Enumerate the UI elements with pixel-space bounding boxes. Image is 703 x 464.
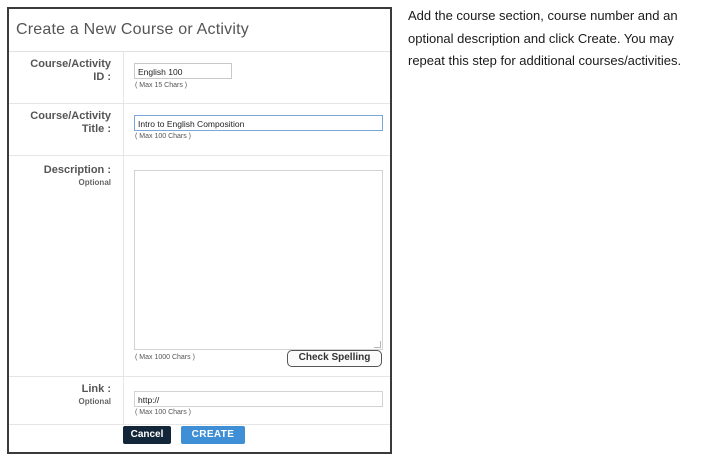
course-title-hint: ( Max 100 Chars ) (135, 133, 192, 140)
link-row: Link : Optional http:// ( Max 100 Chars … (9, 377, 390, 425)
link-label: Link : (81, 383, 111, 395)
resize-handle-icon[interactable] (374, 341, 381, 348)
link-hint: ( Max 100 Chars ) (135, 409, 192, 416)
description-optional-label: Optional (78, 178, 111, 187)
description-row: Description : Optional ( Max 1000 Chars … (9, 156, 390, 377)
course-id-hint: ( Max 15 Chars ) (135, 82, 188, 89)
description-label: Description : (43, 164, 111, 176)
course-id-label-line2: ID : (93, 71, 111, 83)
course-title-input[interactable]: Intro to English Composition (134, 115, 383, 131)
description-hint: ( Max 1000 Chars ) (135, 354, 195, 361)
course-title-label: Course/Activity Title : (9, 110, 111, 136)
dialog-title: Create a New Course or Activity (9, 9, 390, 52)
link-optional-label: Optional (78, 397, 111, 406)
create-button[interactable]: CREATE (181, 426, 245, 444)
link-input[interactable]: http:// (134, 391, 383, 407)
course-title-label-line1: Course/Activity (30, 110, 111, 122)
course-id-label-line1: Course/Activity (30, 58, 111, 70)
description-textarea[interactable] (134, 170, 383, 350)
course-id-label: Course/Activity ID : (9, 58, 111, 84)
link-label-cell: Link : Optional (9, 377, 124, 424)
course-id-input[interactable]: English 100 (134, 63, 232, 79)
cancel-button[interactable]: Cancel (123, 426, 171, 444)
course-title-label-cell: Course/Activity Title : (9, 104, 124, 155)
instructions-text: Add the course section, course number an… (408, 8, 682, 68)
check-spelling-button[interactable]: Check Spelling (287, 350, 382, 367)
course-id-row: Course/Activity ID : English 100 ( Max 1… (9, 52, 390, 104)
course-title-row: Course/Activity Title : Intro to English… (9, 104, 390, 156)
description-label-cell: Description : Optional (9, 156, 124, 376)
course-id-label-cell: Course/Activity ID : (9, 52, 124, 103)
course-title-label-line2: Title : (81, 123, 111, 135)
create-course-dialog: Create a New Course or Activity Course/A… (7, 7, 392, 454)
